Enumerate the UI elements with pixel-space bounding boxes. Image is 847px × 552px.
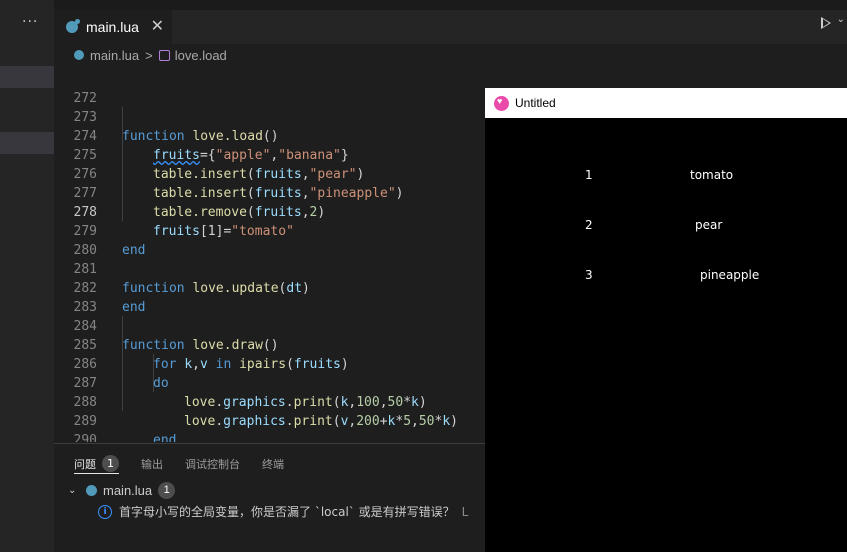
tab-problems[interactable]: 问题 1: [74, 454, 119, 474]
code-line: 279 end: [54, 203, 485, 258]
output-key: 2: [585, 218, 593, 232]
explorer-sidebar: ···: [0, 0, 54, 552]
code-line: 283: [54, 279, 485, 315]
code-line: 281 function love.update(dt): [54, 241, 485, 296]
code-text: end: [153, 433, 177, 442]
code-line: 276 table.insert(fruits,"pineapple"): [54, 146, 485, 201]
lua-file-icon: [74, 50, 84, 60]
problem-file-count-badge: 1: [158, 482, 176, 499]
code-line: 288 love.graphics.print(v,200+k*5,50*k): [54, 374, 485, 429]
problem-message: 首字母小写的全局变量，你是否漏了 `local` 或是有拼写错误？: [119, 505, 455, 519]
symbol-method-icon: [158, 49, 170, 61]
run-icon[interactable]: [821, 17, 831, 29]
output-key: 1: [585, 168, 593, 182]
code-line: 280: [54, 222, 485, 258]
code-line: 290 end: [54, 412, 485, 442]
output-value: pear: [695, 218, 723, 232]
output-key: 3: [585, 268, 593, 282]
problems-panel: 问题 1 输出 调试控制台 终端 ⌄ main.lua 1 i 首字母小写的全局…: [54, 443, 485, 552]
problem-file-row[interactable]: ⌄ main.lua 1: [68, 482, 176, 499]
panel-tabs: 问题 1 输出 调试控制台 终端: [74, 454, 284, 476]
code-line: 287 love.graphics.print(k,100,50*k): [54, 355, 485, 410]
love2d-title-bar[interactable]: Untitled: [485, 88, 847, 118]
info-icon: i: [98, 504, 112, 519]
code-editor[interactable]: 272 273 function love.load() 274 fruits=…: [54, 66, 485, 442]
code-line: 285 for k,v in ipairs(fruits): [54, 317, 485, 372]
sidebar-selected-row[interactable]: [0, 66, 54, 88]
love2d-window[interactable]: Untitled 1 tomato 2 pear 3 pineapple: [485, 88, 847, 552]
problem-file-name: main.lua: [103, 483, 153, 498]
editor-tab-bar: main.lua ✕ ⌄: [54, 10, 847, 44]
problem-message-row[interactable]: i 首字母小写的全局变量，你是否漏了 `local` 或是有拼写错误？ L: [98, 503, 468, 520]
lua-file-icon: [66, 19, 80, 33]
breadcrumb-file[interactable]: main.lua: [90, 48, 139, 63]
chevron-down-icon[interactable]: ⌄: [68, 485, 80, 496]
breadcrumb: main.lua > love.load: [54, 44, 484, 66]
code-line: 277 table.remove(fruits,2): [54, 165, 485, 220]
breadcrumb-symbol[interactable]: love.load: [175, 48, 227, 63]
tab-terminal-label: 终端: [262, 458, 284, 471]
code-line: 275 table.insert(fruits,"pear"): [54, 127, 485, 182]
tab-output[interactable]: 输出: [141, 454, 163, 474]
run-options-chevron-icon[interactable]: ⌄: [837, 14, 845, 25]
tab-debug-console[interactable]: 调试控制台: [185, 454, 240, 474]
output-value: tomato: [690, 168, 734, 182]
code-line: 272: [54, 70, 485, 106]
tab-label: main.lua: [86, 19, 139, 35]
code-line: 289 end: [54, 393, 485, 442]
lua-file-icon: [86, 485, 97, 496]
problem-message-source: L: [461, 504, 469, 519]
breadcrumb-separator-icon: >: [145, 47, 153, 63]
love2d-window-title: Untitled: [515, 96, 556, 110]
love2d-canvas[interactable]: 1 tomato 2 pear 3 pineapple: [485, 118, 847, 552]
title-bar: [0, 0, 847, 10]
code-line: 273 function love.load(): [54, 89, 485, 144]
code-line: 286 do: [54, 336, 485, 391]
problems-count-badge: 1: [102, 455, 119, 472]
love-heart-icon: [494, 95, 509, 111]
close-tab-icon[interactable]: ✕: [151, 16, 164, 35]
tab-debug-console-label: 调试控制台: [185, 458, 240, 471]
code-line: 274 fruits={"apple","banana"}: [54, 108, 485, 163]
code-line-active: 278 fruits[1]="tomato": [54, 184, 485, 239]
tab-output-label: 输出: [141, 458, 163, 471]
tab-terminal[interactable]: 终端: [262, 454, 284, 474]
tab-problems-label: 问题: [74, 457, 96, 471]
tab-main-lua[interactable]: main.lua ✕: [54, 10, 172, 44]
more-actions-icon[interactable]: ···: [22, 14, 38, 30]
code-line: 284 function love.draw(): [54, 298, 485, 353]
line-number: 290: [73, 433, 97, 442]
output-value: pineapple: [700, 268, 760, 282]
sidebar-selected-row-2[interactable]: [0, 132, 54, 154]
code-line: 282 end: [54, 260, 485, 315]
